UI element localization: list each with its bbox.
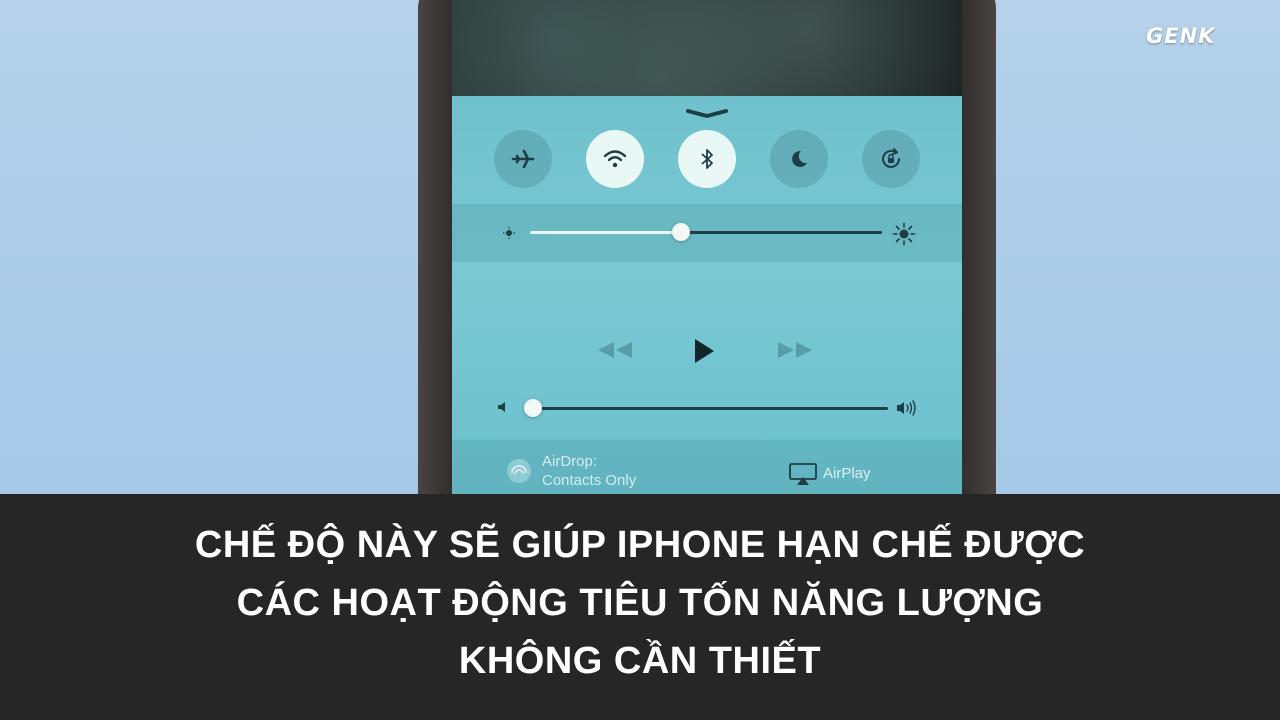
caption-line-1: CHẾ ĐỘ NÀY SẼ GIÚP IPHONE HẠN CHẾ ĐƯỢC xyxy=(194,524,1086,566)
fast-forward-button[interactable] xyxy=(776,336,814,364)
caption-line-2: CÁC HOẠT ĐỘNG TIÊU TỐN NĂNG LƯỢNG xyxy=(236,582,1044,624)
control-center: AirDrop: Contacts Only AirPlay xyxy=(452,96,962,494)
volume-thumb[interactable] xyxy=(524,399,542,417)
do-not-disturb-toggle[interactable] xyxy=(770,130,828,188)
bluetooth-icon xyxy=(701,149,713,169)
play-icon xyxy=(695,339,714,363)
airdrop-button[interactable]: AirDrop: Contacts Only xyxy=(504,452,664,492)
rotation-lock-icon xyxy=(882,148,900,168)
genk-logo: GENK xyxy=(1146,24,1216,48)
volume-track xyxy=(524,407,888,410)
airdrop-label-line1: AirDrop: xyxy=(542,453,598,470)
rewind-icon xyxy=(598,342,632,358)
wifi-icon xyxy=(603,150,627,168)
airplay-icon xyxy=(789,463,817,485)
wallpaper xyxy=(452,0,962,96)
volume-low-icon xyxy=(498,402,505,412)
brightness-high-icon xyxy=(892,222,916,246)
iphone-screen: AirDrop: Contacts Only AirPlay xyxy=(452,0,962,494)
rewind-button[interactable] xyxy=(596,336,634,364)
caption-bar: CHẾ ĐỘ NÀY SẼ GIÚP IPHONE HẠN CHẾ ĐƯỢC C… xyxy=(0,494,1280,720)
brightness-slider[interactable] xyxy=(530,221,882,245)
airdrop-label-line2: Contacts Only xyxy=(542,472,637,489)
volume-high-icon xyxy=(897,400,916,416)
airplay-label: AirPlay xyxy=(823,465,871,482)
airplay-button[interactable]: AirPlay xyxy=(788,460,918,488)
grabber-chevron-icon[interactable] xyxy=(686,109,728,118)
caption-line-3: KHÔNG CẦN THIẾT xyxy=(458,640,822,682)
brightness-thumb[interactable] xyxy=(672,223,690,241)
brightness-low-icon xyxy=(503,227,515,239)
fast-forward-icon xyxy=(778,342,812,358)
airplane-icon xyxy=(511,149,535,169)
volume-slider[interactable] xyxy=(524,396,888,420)
toggle-row xyxy=(494,130,928,190)
moon-icon xyxy=(792,150,807,167)
brightness-fill xyxy=(530,231,681,234)
rotation-lock-toggle[interactable] xyxy=(862,130,920,188)
bluetooth-toggle[interactable] xyxy=(678,130,736,188)
airplane-mode-toggle[interactable] xyxy=(494,130,552,188)
wifi-toggle[interactable] xyxy=(586,130,644,188)
airdrop-icon xyxy=(507,459,531,483)
play-button[interactable] xyxy=(688,334,720,368)
